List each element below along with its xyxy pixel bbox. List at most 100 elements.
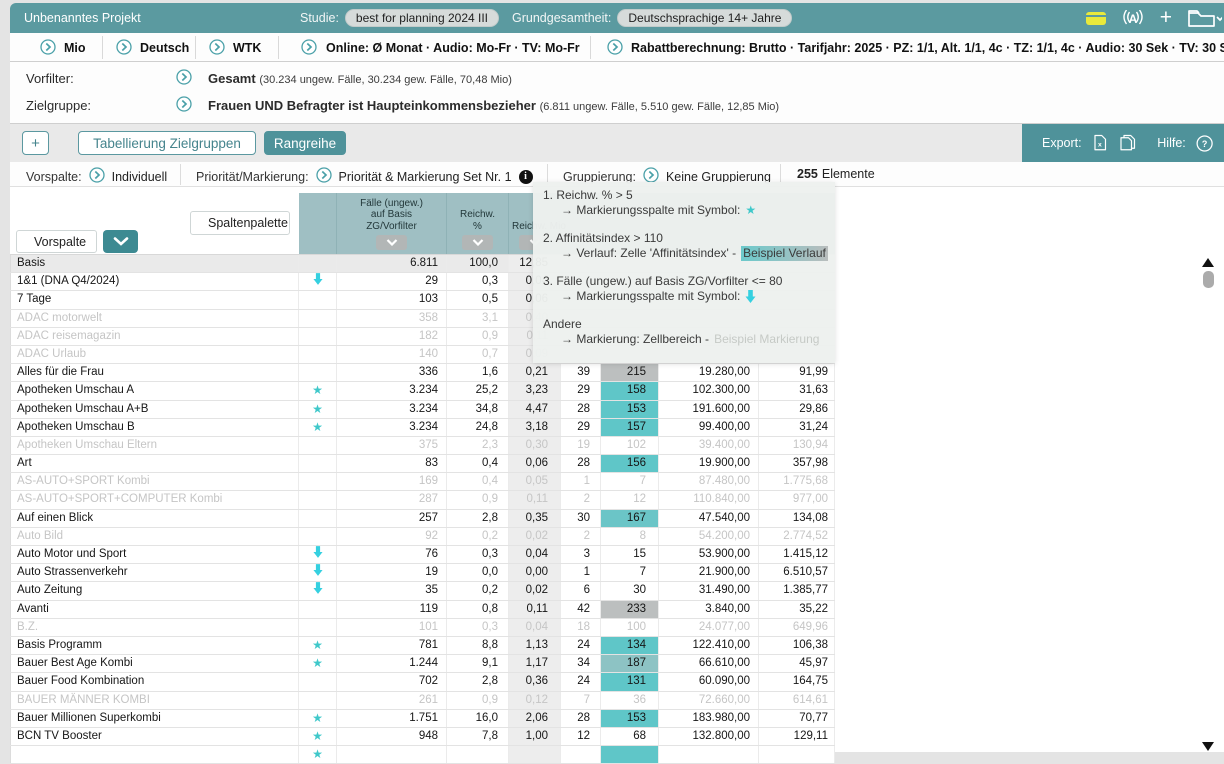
- table-row[interactable]: Bauer Millionen Superkombi★1.75116,02,06…: [10, 710, 835, 728]
- row-label[interactable]: [10, 746, 299, 763]
- vertical-scrollbar[interactable]: [1199, 254, 1219, 752]
- row-label[interactable]: ADAC motorwelt: [10, 310, 299, 327]
- row-label[interactable]: ADAC reisemagazin: [10, 328, 299, 345]
- vorspalte-option-value[interactable]: Individuell: [112, 170, 168, 184]
- row-label[interactable]: Auto Zeitung: [10, 582, 299, 599]
- scrollbar-thumb[interactable]: [1203, 271, 1214, 288]
- row-label[interactable]: 1&1 (DNA Q4/2024): [10, 273, 299, 290]
- chevron-circle-icon[interactable]: [176, 96, 192, 115]
- export-copy-icon[interactable]: [1118, 131, 1137, 155]
- table-row[interactable]: Auto Strassenverkehr190,00,001721.900,00…: [10, 564, 835, 582]
- row-label[interactable]: AS-AUTO+SPORT+COMPUTER Kombi: [10, 491, 299, 508]
- chevron-circle-icon[interactable]: [301, 39, 317, 58]
- scroll-up-arrow[interactable]: [1202, 258, 1214, 267]
- cell-preis: 132.800,00: [659, 728, 759, 745]
- row-label[interactable]: Auf einen Blick: [10, 510, 299, 527]
- row-label[interactable]: Auto Strassenverkehr: [10, 564, 299, 581]
- row-label[interactable]: Avanti: [10, 601, 299, 618]
- setting-medien[interactable]: Online: Ø Monat · Audio: Mo-Fr · TV: Mo-…: [326, 41, 580, 55]
- row-label[interactable]: Auto Motor und Sport: [10, 546, 299, 563]
- setting-sprache[interactable]: Deutsch: [140, 41, 189, 55]
- rule-action: → Markierungsspalte mit Symbol:: [561, 203, 740, 218]
- tab-tabellierung-zielgruppen[interactable]: Tabellierung Zielgruppen: [78, 131, 256, 155]
- cell-aff: [601, 746, 659, 763]
- row-label[interactable]: Bauer Millionen Superkombi: [10, 710, 299, 727]
- table-row[interactable]: B.Z.1010,30,041810024.077,00649,96: [10, 619, 835, 637]
- antenna-icon[interactable]: A: [1122, 10, 1144, 26]
- table-row[interactable]: ★: [10, 746, 835, 764]
- table-row[interactable]: Bauer Food Kombination7022,80,362413160.…: [10, 673, 835, 691]
- chevron-circle-icon[interactable]: [176, 69, 192, 88]
- table-row[interactable]: Auto Bild920,20,022854.200,002.774,52: [10, 528, 835, 546]
- row-label[interactable]: Auto Bild: [10, 528, 299, 545]
- table-row[interactable]: Apotheken Umschau B★3.23424,83,182915799…: [10, 419, 835, 437]
- column-menu-button[interactable]: [462, 235, 493, 250]
- table-row[interactable]: BCN TV Booster★9487,81,001268132.800,001…: [10, 728, 835, 746]
- vorspalte-edit-button[interactable]: Vorspalte: [16, 230, 97, 253]
- column-menu-button[interactable]: [376, 235, 407, 250]
- new-project-icon[interactable]: +: [1160, 8, 1172, 28]
- row-label[interactable]: 7 Tage: [10, 291, 299, 308]
- tab-rangreihe[interactable]: Rangreihe: [264, 131, 346, 155]
- row-label[interactable]: BCN TV Booster: [10, 728, 299, 745]
- table-row[interactable]: Apotheken Umschau A★3.23425,23,232915810…: [10, 382, 835, 400]
- chevron-circle-icon[interactable]: [607, 39, 623, 58]
- chevron-circle-icon[interactable]: [89, 167, 105, 186]
- vorfilter-value[interactable]: Gesamt (30.234 ungew. Fälle, 30.234 gew.…: [208, 71, 512, 86]
- row-label[interactable]: Apotheken Umschau A: [10, 382, 299, 399]
- mark-cell: [299, 491, 337, 508]
- export-excel-icon[interactable]: x: [1092, 131, 1108, 155]
- vorspalte-collapse-button[interactable]: [103, 230, 138, 253]
- table-row[interactable]: Apotheken Umschau A+B★3.23434,84,4728153…: [10, 401, 835, 419]
- table-row[interactable]: Apotheken Umschau Eltern3752,30,30191023…: [10, 437, 835, 455]
- table-row[interactable]: Alles für die Frau3361,60,213921519.280,…: [10, 364, 835, 382]
- row-label[interactable]: ADAC Urlaub: [10, 346, 299, 363]
- table-row[interactable]: Art830,40,062815619.900,00357,98: [10, 455, 835, 473]
- chevron-circle-icon[interactable]: [116, 39, 132, 58]
- setting-rabatt[interactable]: Rabattberechnung: Brutto · Tarifjahr: 20…: [631, 41, 1224, 55]
- grundgesamtheit-select[interactable]: Deutschsprachige 14+ Jahre: [617, 9, 792, 27]
- table-row[interactable]: Avanti1190,80,11422333.840,0035,22: [10, 601, 835, 619]
- setting-wtk[interactable]: WTK: [233, 41, 261, 55]
- project-title: Unbenanntes Projekt: [24, 11, 141, 25]
- table-row[interactable]: Auto Zeitung350,20,0263031.490,001.385,7…: [10, 582, 835, 600]
- table-row[interactable]: AS-AUTO+SPORT+COMPUTER Kombi2870,90,1121…: [10, 491, 835, 509]
- cell-rw: 25,2: [447, 382, 509, 399]
- scroll-down-arrow[interactable]: [1202, 742, 1214, 751]
- table-row[interactable]: Auto Motor und Sport760,30,0431553.900,0…: [10, 546, 835, 564]
- table-row[interactable]: Bauer Best Age Kombi★1.2449,11,173418766…: [10, 655, 835, 673]
- chevron-circle-icon[interactable]: [316, 167, 332, 186]
- zielgruppe-value[interactable]: Frauen UND Befragter ist Haupteinkommens…: [208, 98, 779, 113]
- row-label[interactable]: AS-AUTO+SPORT Kombi: [10, 473, 299, 490]
- add-tab-button[interactable]: +: [22, 131, 49, 155]
- table-row[interactable]: Basis Programm★7818,81,1324134122.410,00…: [10, 637, 835, 655]
- open-folder-icon[interactable]: [1188, 9, 1222, 28]
- info-icon[interactable]: i: [519, 170, 533, 184]
- priority-marking-tooltip: 1. Reichw. % > 5 → Markierungsspalte mit…: [533, 182, 835, 363]
- row-label[interactable]: Apotheken Umschau Eltern: [10, 437, 299, 454]
- prio-value[interactable]: Priorität & Markierung Set Nr. 1: [339, 170, 512, 184]
- card-icon[interactable]: [1086, 12, 1106, 25]
- help-icon[interactable]: ?: [1196, 132, 1213, 155]
- star-icon: ★: [312, 638, 323, 652]
- setting-mio[interactable]: Mio: [64, 41, 86, 55]
- studie-select[interactable]: best for planning 2024 III: [345, 9, 499, 27]
- chevron-circle-icon[interactable]: [40, 39, 56, 58]
- table-row[interactable]: Auf einen Blick2572,80,353016747.540,001…: [10, 510, 835, 528]
- row-label[interactable]: B.Z.: [10, 619, 299, 636]
- row-label[interactable]: BAUER MÄNNER KOMBI: [10, 692, 299, 709]
- row-label[interactable]: Alles für die Frau: [10, 364, 299, 381]
- spaltenpalette-button[interactable]: Spaltenpalette: [190, 211, 290, 235]
- row-label[interactable]: Art: [10, 455, 299, 472]
- cell-rw: 0,7: [447, 346, 509, 363]
- cell-rw: 0,4: [447, 473, 509, 490]
- row-label[interactable]: Basis Programm: [10, 637, 299, 654]
- table-row[interactable]: BAUER MÄNNER KOMBI2610,90,1273672.660,00…: [10, 692, 835, 710]
- row-label[interactable]: Bauer Food Kombination: [10, 673, 299, 690]
- chevron-circle-icon[interactable]: [209, 39, 225, 58]
- row-label[interactable]: Apotheken Umschau B: [10, 419, 299, 436]
- row-label[interactable]: Apotheken Umschau A+B: [10, 401, 299, 418]
- table-row[interactable]: AS-AUTO+SPORT Kombi1690,40,051787.480,00…: [10, 473, 835, 491]
- row-label[interactable]: Basis: [10, 255, 299, 272]
- row-label[interactable]: Bauer Best Age Kombi: [10, 655, 299, 672]
